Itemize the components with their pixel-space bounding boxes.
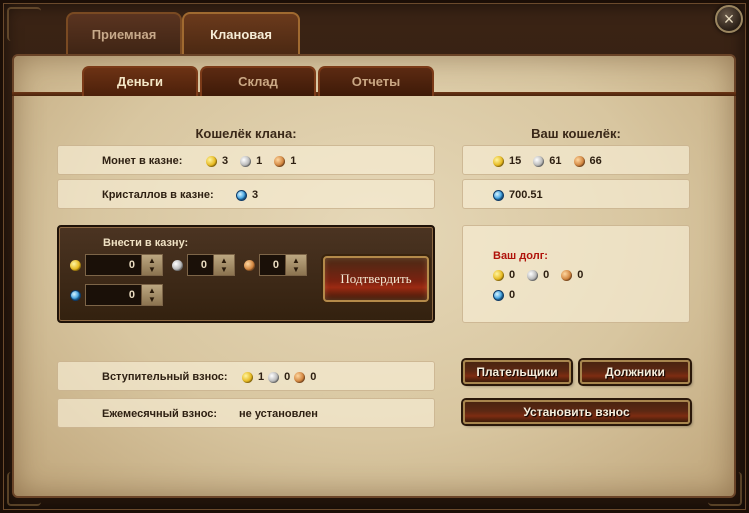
subtab-reports[interactable]: Отчеты [318,66,434,96]
silver-coin-icon [533,155,545,167]
payers-button[interactable]: Плательщики [463,360,571,384]
clan-crystals-label: Кристаллов в казне: [102,189,214,201]
bronze-coin-icon [561,269,573,281]
debt-crystals-value: 0 [509,289,516,301]
arrow-down-icon[interactable]: ▼ [220,265,228,274]
your-bronze-value: 66 [589,155,602,167]
clan-bronze-value: 1 [290,155,297,167]
your-wallet-title: Ваш кошелёк: [531,126,621,141]
stepper-arrows[interactable]: ▲ ▼ [214,255,234,275]
deposit-gold-stepper[interactable]: 0 ▲ ▼ [85,254,163,276]
monthly-fee-row: Ежемесячный взнос: не установлен [57,398,435,428]
entry-fee-gold: 1 [258,371,265,383]
debt-box: Ваш долг: 0 0 0 0 [462,225,690,323]
debt-silver-value: 0 [543,269,550,281]
gold-coin-icon [206,155,217,167]
close-icon: × [723,9,735,29]
bronze-coin-icon [294,371,306,383]
debt-bronze-value: 0 [577,269,584,281]
clan-coins-row: Монет в казне: 3 1 1 [57,145,435,175]
arrow-up-icon[interactable]: ▲ [292,256,300,265]
clan-wallet-title: Кошелёк клана: [195,126,297,141]
bronze-coin-icon [573,155,585,167]
your-gold-value: 15 [509,155,522,167]
arrow-down-icon[interactable]: ▼ [148,295,156,304]
deposit-gold-input[interactable]: 0 [86,255,142,275]
entry-fee-row: Вступительный взнос: 1 0 0 [57,361,435,391]
deposit-crystals-stepper[interactable]: 0 ▲ ▼ [85,284,163,306]
gold-coin-icon [70,260,81,271]
arrow-up-icon[interactable]: ▲ [220,256,228,265]
silver-coin-icon [268,371,280,383]
monthly-fee-label: Ежемесячный взнос: [102,408,218,420]
frame-ornament [7,7,41,41]
arrow-up-icon[interactable]: ▲ [148,286,156,295]
silver-coin-icon [172,260,183,271]
stepper-arrows[interactable]: ▲ ▼ [286,255,306,275]
close-button[interactable]: × [715,5,743,33]
gold-coin-icon [242,371,253,383]
clan-coins-label: Монет в казне: [102,155,183,167]
entry-fee-label: Вступительный взнос: [102,371,228,383]
set-fee-button[interactable]: Установить взнос [463,400,690,424]
deposit-title: Внести в казну: [103,237,189,249]
clan-crystals-value: 3 [252,189,259,201]
arrow-down-icon[interactable]: ▼ [148,265,156,274]
silver-coin-icon [527,269,539,281]
stepper-arrows[interactable]: ▲ ▼ [142,255,162,275]
bronze-coin-icon [244,260,255,271]
debtors-button[interactable]: Должники [580,360,690,384]
monthly-fee-value: не установлен [239,408,318,420]
arrow-up-icon[interactable]: ▲ [148,256,156,265]
your-crystals-row: 700.51 [462,179,690,209]
clan-silver-value: 1 [256,155,263,167]
deposit-bronze-stepper[interactable]: 0 ▲ ▼ [259,254,307,276]
deposit-crystals-input[interactable]: 0 [86,285,142,305]
confirm-button[interactable]: Подтвердить [323,256,429,302]
crystal-icon [493,289,504,301]
crystal-icon [493,189,504,201]
bronze-coin-icon [274,155,286,167]
clan-gold-value: 3 [222,155,229,167]
gold-coin-icon [493,269,504,281]
tab-reception[interactable]: Приемная [66,12,182,56]
your-silver-value: 61 [549,155,562,167]
stepper-arrows[interactable]: ▲ ▼ [142,285,162,305]
clan-crystals-row: Кристаллов в казне: 3 [57,179,435,209]
gold-coin-icon [493,155,504,167]
your-coins-row: 15 61 66 [462,145,690,175]
arrow-down-icon[interactable]: ▼ [292,265,300,274]
silver-coin-icon [240,155,252,167]
deposit-silver-stepper[interactable]: 0 ▲ ▼ [187,254,235,276]
deposit-bronze-input[interactable]: 0 [260,255,286,275]
entry-fee-bronze: 0 [310,371,317,383]
subtab-warehouse[interactable]: Склад [200,66,316,96]
your-crystals-value: 700.51 [509,189,543,201]
tab-clan-treasury[interactable]: Клановая казна [182,12,300,84]
subtab-money[interactable]: Деньги [82,66,198,96]
deposit-silver-input[interactable]: 0 [188,255,214,275]
crystal-icon [236,189,247,201]
crystal-icon [70,290,81,301]
entry-fee-silver: 0 [284,371,291,383]
